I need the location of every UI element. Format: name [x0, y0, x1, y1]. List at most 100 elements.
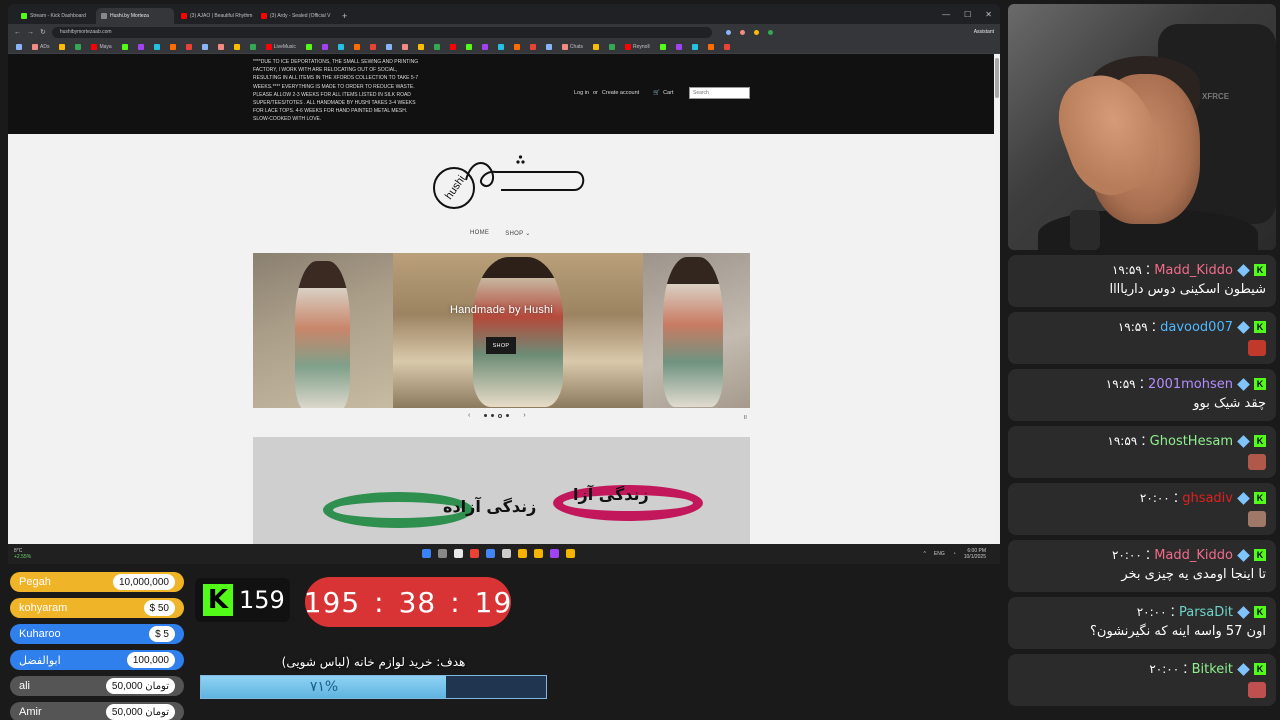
- nav-shop[interactable]: SHOP ⌄: [505, 230, 530, 237]
- chat-username[interactable]: Bitkeit: [1192, 662, 1233, 677]
- bookmark-item[interactable]: [337, 43, 344, 50]
- bookmark-item[interactable]: [305, 43, 312, 50]
- chat-username[interactable]: davood007: [1160, 320, 1233, 335]
- taskbar-app-icon[interactable]: [422, 549, 431, 558]
- bookmark-item[interactable]: Chats: [561, 43, 583, 50]
- maximize-icon[interactable]: ☐: [964, 10, 971, 19]
- taskbar-app-icon[interactable]: [518, 549, 527, 558]
- extension-icon[interactable]: [725, 29, 731, 35]
- browser-tab[interactable]: (3) AJAO | Beautiful Rhythm: [176, 8, 254, 24]
- slide-dot[interactable]: [506, 414, 510, 417]
- bookmark-item[interactable]: [497, 43, 504, 50]
- cart-link[interactable]: 🛒 Cart: [653, 90, 673, 96]
- taskbar-app-icon[interactable]: [454, 549, 463, 558]
- bookmark-item[interactable]: Maya: [91, 43, 112, 50]
- bookmark-item[interactable]: [707, 43, 714, 50]
- extension-icon[interactable]: [753, 29, 759, 35]
- close-window-icon[interactable]: ✕: [985, 10, 992, 19]
- create-account-link[interactable]: Create account: [602, 90, 639, 96]
- weather-widget[interactable]: 8°C +2.55%: [14, 548, 31, 560]
- bookmark-item[interactable]: [369, 43, 376, 50]
- bookmark-item[interactable]: [385, 43, 392, 50]
- site-search-input[interactable]: [689, 87, 750, 99]
- bookmark-item[interactable]: LiveMusic: [265, 43, 296, 50]
- bookmark-item[interactable]: [691, 43, 698, 50]
- hero-slideshow[interactable]: Handmade by Hushi SHOP: [253, 253, 750, 408]
- bookmark-item[interactable]: [465, 43, 472, 50]
- bookmark-item[interactable]: [59, 43, 66, 50]
- bookmark-item[interactable]: [433, 43, 440, 50]
- bookmark-item[interactable]: [481, 43, 488, 50]
- bookmark-item[interactable]: [401, 43, 408, 50]
- chat-username[interactable]: ghsadiv: [1182, 491, 1233, 506]
- network-icon[interactable]: ◔: [953, 551, 956, 557]
- nav-home[interactable]: HOME: [470, 230, 489, 237]
- reload-icon[interactable]: ↻: [40, 28, 46, 36]
- slide-dot[interactable]: [484, 414, 488, 417]
- chat-username[interactable]: Madd_Kiddo: [1154, 548, 1233, 563]
- language-indicator[interactable]: ENG: [934, 551, 945, 557]
- extension-icon[interactable]: [739, 29, 745, 35]
- bookmark-item[interactable]: [121, 43, 128, 50]
- taskbar-app-icon[interactable]: [438, 549, 447, 558]
- browser-tab[interactable]: (3) Ardy - Sealed (Official V: [256, 8, 334, 24]
- hushi-logo[interactable]: hushi: [426, 150, 586, 214]
- bookmark-item[interactable]: [201, 43, 208, 50]
- bookmark-item[interactable]: [529, 43, 536, 50]
- chat-panel: ۱۹:۵۹: Madd_Kiddo K شیطون اسکینی دوس داریاا…: [1008, 255, 1276, 711]
- hero-shop-button[interactable]: SHOP: [486, 337, 516, 354]
- new-tab-button[interactable]: +: [336, 11, 353, 24]
- bookmark-item[interactable]: [249, 43, 256, 50]
- bookmark-item[interactable]: [659, 43, 666, 50]
- bookmark-item[interactable]: [321, 43, 328, 50]
- taskbar-app-icon[interactable]: [470, 549, 479, 558]
- bookmark-item[interactable]: [417, 43, 424, 50]
- bookmark-item[interactable]: [217, 43, 224, 50]
- bookmark-item[interactable]: [16, 43, 22, 50]
- tray-chevron-icon[interactable]: ^: [924, 551, 926, 557]
- slider-prev-icon[interactable]: ‹: [468, 412, 470, 419]
- assistant-button[interactable]: Assistant: [974, 29, 994, 35]
- bookmark-item[interactable]: [545, 43, 552, 50]
- bookmark-item[interactable]: ADs: [32, 43, 49, 50]
- url-input[interactable]: hushibymortezaab.com: [51, 26, 712, 38]
- taskbar-app-icon[interactable]: [550, 549, 559, 558]
- bookmark-item[interactable]: [513, 43, 520, 50]
- back-icon[interactable]: ←: [14, 29, 21, 36]
- forward-icon[interactable]: →: [27, 29, 34, 36]
- bookmark-item[interactable]: Reynoll: [624, 43, 650, 50]
- minimize-icon[interactable]: —: [942, 10, 950, 19]
- bookmark-item[interactable]: [153, 43, 160, 50]
- slide-dot-active[interactable]: [498, 413, 503, 418]
- taskbar-app-icon[interactable]: [502, 549, 511, 558]
- bookmark-item[interactable]: [137, 43, 144, 50]
- browser-tab[interactable]: Stream - Kick Dashboard: [16, 8, 94, 24]
- bookmark-item[interactable]: [608, 43, 615, 50]
- slide-dot[interactable]: [491, 414, 495, 417]
- chat-username[interactable]: ParsaDit: [1179, 605, 1233, 620]
- bookmark-item[interactable]: [233, 43, 240, 50]
- slider-pause-icon[interactable]: II: [744, 415, 747, 421]
- bookmark-item[interactable]: [592, 43, 599, 50]
- bookmark-item[interactable]: [723, 43, 730, 50]
- taskbar-app-icon[interactable]: [566, 549, 575, 558]
- chat-username[interactable]: GhostHesam: [1150, 434, 1233, 449]
- page-scrollbar[interactable]: [994, 54, 1000, 544]
- bookmark-item[interactable]: [449, 43, 456, 50]
- login-link[interactable]: Log in: [574, 90, 589, 96]
- wristband-promo-image[interactable]: زندگی آزاده زندگی آزا: [253, 437, 750, 544]
- taskbar-app-icon[interactable]: [486, 549, 495, 558]
- bookmark-item[interactable]: [185, 43, 192, 50]
- taskbar-app-icon[interactable]: [534, 549, 543, 558]
- bookmark-item[interactable]: [353, 43, 360, 50]
- extension-icon[interactable]: [767, 29, 773, 35]
- clock[interactable]: 6:00 PM 10/1/2025: [964, 548, 986, 560]
- bookmark-item[interactable]: [75, 43, 82, 50]
- bookmark-item[interactable]: [169, 43, 176, 50]
- bookmark-item[interactable]: [675, 43, 682, 50]
- browser-tab[interactable]: Hushi.by Morteza: [96, 8, 174, 24]
- chat-username[interactable]: Madd_Kiddo: [1154, 263, 1233, 278]
- scroll-thumb[interactable]: [995, 58, 999, 98]
- chat-username[interactable]: 2001mohsen: [1148, 377, 1233, 392]
- slider-next-icon[interactable]: ›: [523, 412, 525, 419]
